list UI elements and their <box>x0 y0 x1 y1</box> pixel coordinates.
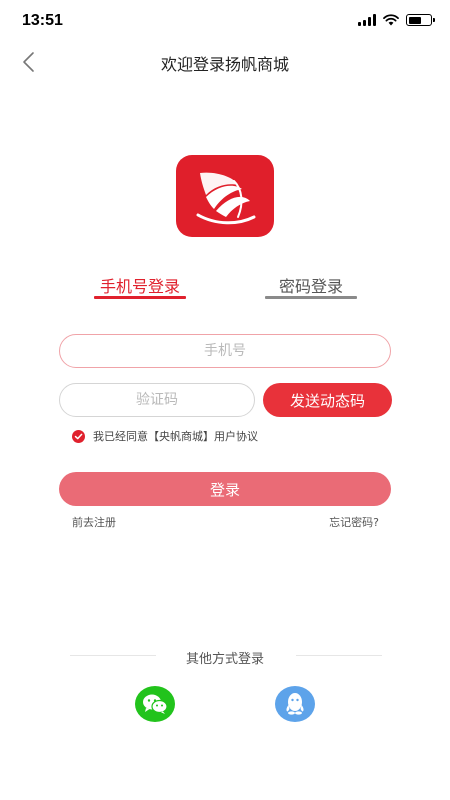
wechat-login-button[interactable] <box>135 686 175 722</box>
agreement-checkbox[interactable] <box>72 429 85 443</box>
phone-input[interactable] <box>59 334 391 368</box>
signal-icon <box>358 14 376 26</box>
tab-phone-login-underline <box>94 296 186 299</box>
tab-password-login-underline <box>265 296 357 299</box>
tab-password-login[interactable]: 密码登录 <box>265 273 357 297</box>
battery-icon <box>406 14 435 26</box>
tab-phone-login[interactable]: 手机号登录 <box>94 273 186 297</box>
header: 欢迎登录扬帆商城 <box>0 44 450 80</box>
send-code-button[interactable]: 发送动态码 <box>263 383 392 417</box>
forgot-password-link[interactable]: 忘记密码? <box>329 514 379 530</box>
verification-code-input[interactable] <box>59 383 255 417</box>
divider-right <box>296 655 382 656</box>
agreement-text[interactable]: 我已经同意【央帆商城】用户协议 <box>93 428 258 444</box>
other-login-label: 其他方式登录 <box>185 652 264 667</box>
login-button[interactable]: 登录 <box>59 472 391 506</box>
status-bar: 13:51 <box>0 0 450 44</box>
qq-icon <box>286 693 304 715</box>
check-icon <box>74 433 83 439</box>
page-title: 欢迎登录扬帆商城 <box>160 55 289 74</box>
register-link[interactable]: 前去注册 <box>72 514 116 530</box>
qq-login-button[interactable] <box>275 686 315 722</box>
agreement-row: 我已经同意【央帆商城】用户协议 <box>72 428 258 444</box>
status-time: 13:51 <box>22 12 63 29</box>
sail-logo-icon <box>196 172 256 225</box>
status-icons <box>358 14 435 26</box>
wechat-icon <box>143 694 168 714</box>
wifi-icon <box>383 14 399 26</box>
app-logo <box>176 155 274 237</box>
